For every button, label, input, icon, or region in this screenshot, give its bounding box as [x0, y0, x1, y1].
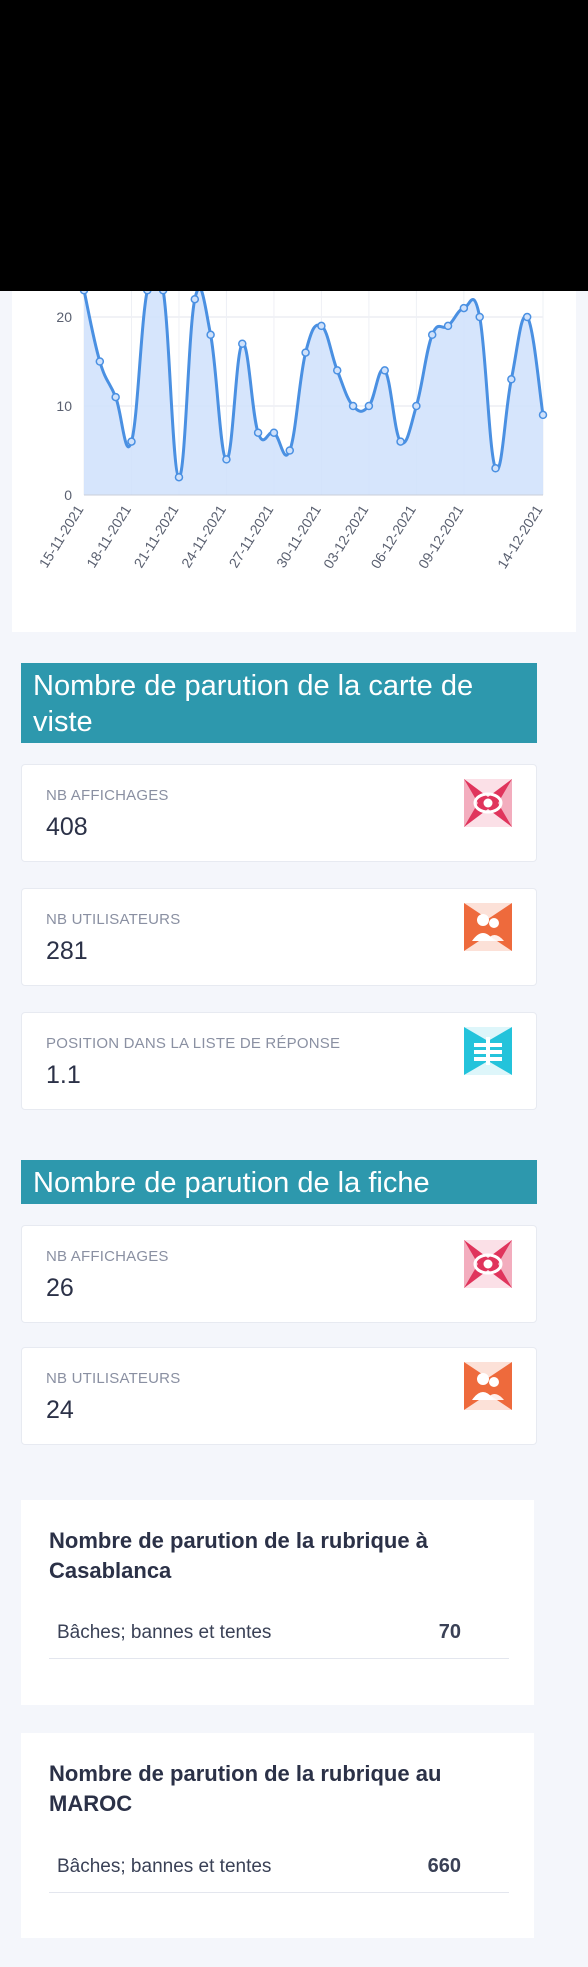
- header-blackout: [0, 0, 588, 291]
- eye-icon: [464, 1240, 512, 1288]
- x-tick-label: 21-11-2021: [131, 502, 182, 571]
- x-tick-label: 15-11-2021: [36, 502, 87, 571]
- stat-label: NB AFFICHAGES: [46, 787, 169, 804]
- stat-value: 26: [46, 1274, 74, 1302]
- data-point: [127, 437, 136, 446]
- stat-value: 24: [46, 1396, 74, 1424]
- area-chart: 0 10 20 15-11-202118-11-202121-11-202124-11…: [36, 291, 548, 571]
- data-point: [143, 291, 152, 295]
- stat-card-utilisateurs: NB UTILISATEURS 281: [21, 888, 537, 986]
- data-point: [522, 312, 532, 322]
- rubrique-name: Bâches; bannes et tentes: [57, 1622, 272, 1643]
- x-tick-label: 14-12-2021: [494, 502, 546, 571]
- stat-card-utilisateurs: NB UTILISATEURS 24: [21, 1347, 537, 1445]
- stat-label: NB UTILISATEURS: [46, 1370, 181, 1387]
- stat-label: NB UTILISATEURS: [46, 911, 181, 928]
- x-tick-label: 30-11-2021: [273, 502, 324, 571]
- rubrique-title: Nombre de parution de la rubrique à Casa…: [49, 1528, 428, 1583]
- stat-value: 1.1: [46, 1061, 81, 1089]
- data-point: [111, 392, 120, 402]
- data-point: [538, 410, 548, 420]
- data-point: [412, 401, 421, 411]
- data-point: [158, 291, 168, 295]
- x-tick-label: 03-12-2021: [320, 502, 372, 571]
- series-area: [84, 291, 543, 495]
- data-point: [190, 294, 200, 304]
- stat-card-affichages: NB AFFICHAGES 26: [21, 1225, 537, 1323]
- data-point: [348, 401, 358, 411]
- rubrique-title: Nombre de parution de la rubrique au MAR…: [49, 1761, 442, 1816]
- section-title-carte: Nombre de parution de la carte de viste: [21, 663, 537, 743]
- data-point: [459, 303, 469, 313]
- data-point: [222, 455, 231, 464]
- y-tick-label: 10: [56, 398, 72, 414]
- x-tick-label: 09-12-2021: [415, 502, 467, 571]
- chart-card: 0 10 20 15-11-2021 18-11-2021 21-11-2021 24-11…: [12, 291, 576, 632]
- table-row: Bâches; bannes et tentes 660: [49, 1844, 509, 1893]
- stat-card-affichages: NB AFFICHAGES 408: [21, 764, 537, 862]
- data-point: [332, 366, 342, 375]
- data-point: [238, 339, 247, 348]
- section-title-fiche: Nombre de parution de la fiche: [21, 1160, 537, 1204]
- stat-label: NB AFFICHAGES: [46, 1248, 169, 1265]
- table-row: Bâches; bannes et tentes 70: [49, 1610, 509, 1659]
- data-point: [491, 464, 500, 473]
- x-tick-label: 06-12-2021: [367, 502, 419, 571]
- data-point: [380, 366, 389, 375]
- eye-icon: [464, 779, 512, 827]
- data-point: [269, 428, 279, 437]
- rubrique-name: Bâches; bannes et tentes: [57, 1856, 272, 1877]
- data-point: [285, 446, 295, 455]
- data-point: [95, 357, 105, 366]
- data-point: [427, 330, 437, 340]
- y-tick-label: 0: [64, 487, 72, 503]
- rubrique-casablanca-card: Nombre de parution de la rubrique à Casa…: [21, 1500, 534, 1705]
- data-point: [443, 321, 453, 331]
- data-point: [396, 437, 405, 446]
- x-tick-label: 18-11-2021: [83, 502, 134, 571]
- stat-card-position: POSITION DANS LA LISTE DE RÉPONSE 1.1: [21, 1012, 537, 1110]
- x-tick-label: 27-11-2021: [226, 502, 277, 571]
- stat-value: 281: [46, 937, 88, 965]
- stat-value: 408: [46, 813, 88, 841]
- data-point: [507, 375, 516, 384]
- data-point: [317, 321, 326, 331]
- users-icon: [464, 903, 512, 951]
- stat-label: POSITION DANS LA LISTE DE RÉPONSE: [46, 1035, 341, 1052]
- data-point: [79, 291, 89, 295]
- list-icon: [464, 1027, 512, 1075]
- data-point: [475, 312, 484, 322]
- data-point: [301, 348, 310, 357]
- data-point: [364, 401, 374, 411]
- rubrique-count: 660: [427, 1855, 461, 1877]
- x-tick-label: 24-11-2021: [178, 502, 229, 571]
- users-icon: [464, 1362, 512, 1410]
- rubrique-maroc-card: Nombre de parution de la rubrique au MAR…: [21, 1733, 534, 1938]
- data-point: [174, 472, 184, 482]
- data-point: [206, 330, 215, 340]
- rubrique-count: 70: [438, 1621, 461, 1643]
- y-tick-label: 20: [56, 309, 72, 325]
- data-point: [253, 428, 263, 437]
